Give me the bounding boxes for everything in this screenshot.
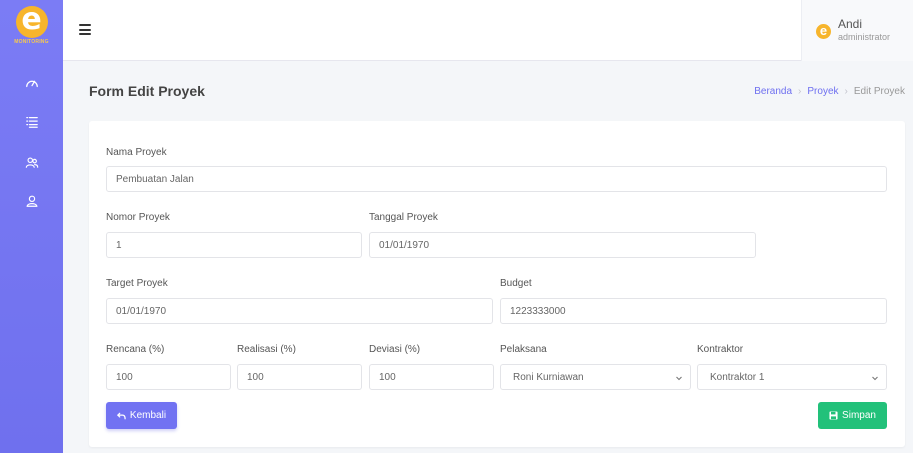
kontraktor-select[interactable]: Kontraktor 1: [697, 364, 887, 390]
user-icon: [26, 195, 37, 207]
save-button[interactable]: Simpan: [818, 402, 887, 429]
top-bar: e Andi administrator: [63, 0, 913, 61]
back-button[interactable]: Kembali: [106, 402, 177, 429]
breadcrumb-beranda[interactable]: Beranda: [754, 86, 792, 97]
dashboard-gauge-icon: [25, 80, 38, 88]
nama-proyek-input[interactable]: [106, 166, 887, 192]
sidebar-item-dashboard[interactable]: [0, 73, 63, 93]
save-button-label: Simpan: [842, 410, 876, 421]
chevron-down-icon: [872, 376, 878, 381]
tanggal-proyek-label: Tanggal Proyek: [369, 212, 438, 223]
sidebar-item-user[interactable]: [0, 191, 63, 211]
tanggal-proyek-input[interactable]: [369, 232, 756, 258]
user-name: Andi: [838, 17, 863, 31]
list-icon: [25, 117, 38, 128]
budget-input[interactable]: [500, 298, 887, 324]
breadcrumb-chevron-icon: ›: [798, 86, 802, 97]
logo-letter: e: [15, 5, 48, 38]
logo-text: MONITORING: [14, 39, 49, 45]
nama-proyek-label: Nama Proyek: [106, 147, 167, 158]
budget-label: Budget: [500, 278, 532, 289]
sidebar-item-users[interactable]: [0, 152, 63, 172]
undo-arrow-icon: [116, 412, 126, 419]
breadcrumb-current: Edit Proyek: [853, 86, 905, 97]
deviasi-input[interactable]: [369, 364, 494, 390]
sidebar: e MONITORING: [0, 0, 63, 453]
kontraktor-selected-value: Kontraktor 1: [710, 371, 765, 383]
back-button-label: Kembali: [129, 410, 167, 421]
user-menu[interactable]: e Andi administrator: [801, 0, 913, 61]
pelaksana-selected-value: Roni Kurniawan: [513, 371, 584, 383]
user-avatar: e: [816, 24, 831, 39]
target-proyek-label: Target Proyek: [106, 278, 168, 289]
target-proyek-input[interactable]: [106, 298, 493, 324]
user-role: administrator: [838, 32, 891, 42]
save-disk-icon: [829, 411, 838, 420]
realisasi-label: Realisasi (%): [237, 344, 296, 355]
chevron-down-icon: [676, 376, 682, 381]
page-header: Form Edit Proyek Beranda › Proyek › Edit…: [63, 62, 913, 112]
users-icon: [25, 157, 38, 168]
page-title: Form Edit Proyek: [89, 83, 205, 99]
deviasi-label: Deviasi (%): [369, 344, 421, 355]
nomor-proyek-label: Nomor Proyek: [106, 212, 170, 223]
rencana-input[interactable]: [106, 364, 231, 390]
app-logo[interactable]: e MONITORING: [0, 0, 63, 56]
pelaksana-label: Pelaksana: [500, 344, 547, 355]
breadcrumb-proyek[interactable]: Proyek: [807, 86, 838, 97]
nomor-proyek-input[interactable]: [106, 232, 362, 258]
rencana-label: Rencana (%): [106, 344, 165, 355]
pelaksana-select[interactable]: Roni Kurniawan: [500, 364, 691, 390]
realisasi-input[interactable]: [237, 364, 362, 390]
edit-project-form: Nama Proyek Nomor Proyek Tanggal Proyek …: [89, 121, 905, 447]
breadcrumb-chevron-icon: ›: [844, 86, 848, 97]
menu-toggle-icon[interactable]: [79, 24, 91, 35]
breadcrumb: Beranda › Proyek › Edit Proyek: [754, 86, 905, 97]
kontraktor-label: Kontraktor: [697, 344, 744, 355]
sidebar-item-list[interactable]: [0, 112, 63, 132]
